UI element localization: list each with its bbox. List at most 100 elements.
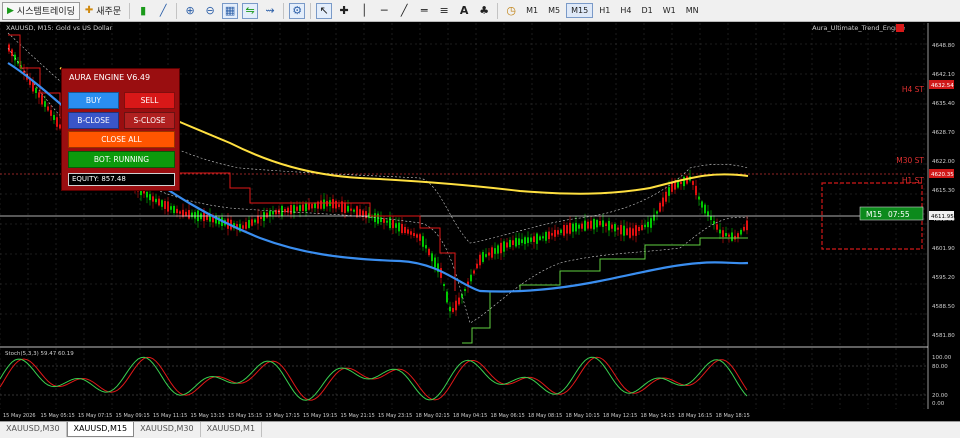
toolbar-separator xyxy=(283,2,285,19)
time-axis-label: 15 May 19:15 xyxy=(303,413,337,419)
tab-xauusd-m1[interactable]: XAUUSD,M1 xyxy=(201,422,263,437)
bull-candle xyxy=(425,245,427,249)
fibonacci-icon[interactable]: ≡ xyxy=(436,3,452,19)
timeframe-d1[interactable]: D1 xyxy=(637,4,656,17)
oscillator-level-label: 80.00 xyxy=(932,364,948,370)
bear-candle xyxy=(590,220,592,229)
bull-candle xyxy=(449,306,451,312)
buy-button[interactable]: BUY xyxy=(68,92,119,109)
price-axis-label: 4581.80 xyxy=(932,333,955,339)
candlestick-chart-icon[interactable]: ▮ xyxy=(135,3,151,19)
bull-candle xyxy=(719,229,721,234)
bull-candle xyxy=(578,224,580,229)
time-axis-label: 15 May 05:15 xyxy=(41,413,75,419)
timeframe-m1[interactable]: M1 xyxy=(522,4,542,17)
horizontal-line-icon[interactable]: ─ xyxy=(376,3,392,19)
crosshair-icon[interactable]: ✚ xyxy=(336,3,352,19)
cursor-icon[interactable]: ↖ xyxy=(316,2,333,19)
new-order-button[interactable]: ✚ 새주문 xyxy=(80,2,126,20)
text-tool-icon[interactable]: A xyxy=(456,3,472,19)
bear-candle xyxy=(533,236,535,243)
bull-candle xyxy=(497,245,499,254)
bear-candle xyxy=(692,181,694,185)
bear-candle xyxy=(473,270,475,274)
timeframe-mn[interactable]: MN xyxy=(682,4,703,17)
algo-trading-button[interactable]: ▶ 시스템트레이딩 xyxy=(2,1,80,20)
b-close-button[interactable]: B-CLOSE xyxy=(68,112,119,129)
bear-candle xyxy=(551,233,553,236)
trendline-icon[interactable]: ╱ xyxy=(396,3,412,19)
tile-windows-icon[interactable]: ▦ xyxy=(222,2,239,19)
timeframes-icon[interactable]: ◷ xyxy=(503,3,519,19)
bear-candle xyxy=(695,185,697,196)
mt5-terminal: ▶ 시스템트레이딩 ✚ 새주문 ▮ ╱ ⊕ ⊖ ▦ ⇋ ⇝ ⚙ ↖ ✚ │ ─ … xyxy=(0,0,960,438)
time-axis-label: 15 May 07:15 xyxy=(78,413,112,419)
bear-candle xyxy=(158,198,160,206)
price-axis-label: 4628.70 xyxy=(932,130,955,136)
bull-candle xyxy=(431,253,433,262)
chart-shift-icon[interactable]: ⇝ xyxy=(262,3,278,19)
tab-xauusd-m30-2[interactable]: XAUUSD,M30 xyxy=(134,422,201,437)
bear-candle xyxy=(674,182,676,190)
bear-candle xyxy=(152,196,154,202)
bear-candle xyxy=(566,225,568,234)
bull-candle xyxy=(677,181,679,188)
tab-xauusd-m30[interactable]: XAUUSD,M30 xyxy=(0,422,67,437)
bear-candle xyxy=(290,204,292,215)
bear-candle xyxy=(680,181,682,185)
bull-candle xyxy=(323,199,325,209)
channel-icon[interactable]: ═ xyxy=(416,3,432,19)
bull-candle xyxy=(668,187,670,196)
close-all-button[interactable]: CLOSE ALL xyxy=(68,131,175,148)
oscillator-level-label: 100.00 xyxy=(932,355,952,361)
time-axis-label: 18 May 10:15 xyxy=(566,413,600,419)
timeframe-h1[interactable]: H1 xyxy=(595,4,614,17)
shapes-icon[interactable]: ♣ xyxy=(476,3,492,19)
bull-candle xyxy=(560,229,562,233)
vertical-line-icon[interactable]: │ xyxy=(356,3,372,19)
bot-status-button[interactable]: BOT: RUNNING xyxy=(68,151,175,168)
bear-candle xyxy=(41,94,43,105)
sell-button[interactable]: SELL xyxy=(124,92,175,109)
bear-candle xyxy=(617,227,619,230)
bear-candle xyxy=(242,225,244,229)
chart-window[interactable]: 4648.80 4642.10 4635.40 4628.70 4622.00 4615.… xyxy=(0,23,960,420)
new-order-label: 새주문 xyxy=(96,7,122,17)
s-close-button[interactable]: S-CLOSE xyxy=(124,112,175,129)
zoom-in-icon[interactable]: ⊕ xyxy=(182,3,198,19)
price-axis-label: 4642.10 xyxy=(932,72,955,78)
bear-candle xyxy=(428,248,430,256)
auto-scroll-icon[interactable]: ⇋ xyxy=(242,2,259,19)
indicators-icon[interactable]: ⚙ xyxy=(289,2,306,19)
bull-candle xyxy=(44,101,46,107)
bull-candle xyxy=(254,219,256,223)
bear-candle xyxy=(338,204,340,208)
bull-candle xyxy=(725,233,727,237)
bull-candle xyxy=(443,283,445,287)
bull-candle xyxy=(713,221,715,224)
timeframe-w1[interactable]: W1 xyxy=(659,4,680,17)
timeframe-m5[interactable]: M5 xyxy=(544,4,564,17)
bull-candle xyxy=(545,231,547,241)
time-axis-label: 18 May 04:15 xyxy=(453,413,487,419)
bear-candle xyxy=(203,212,205,222)
time-axis-label: 18 May 08:15 xyxy=(528,413,562,419)
timeframe-h4[interactable]: H4 xyxy=(616,4,635,17)
play-icon: ▶ xyxy=(7,5,14,16)
time-axis: 15 May 2026 15 May 05:15 15 May 07:15 15 Ma… xyxy=(3,413,750,419)
bull-candle xyxy=(272,211,274,215)
line-chart-icon[interactable]: ╱ xyxy=(155,3,171,19)
bull-candle xyxy=(263,212,265,221)
bear-candle xyxy=(278,209,280,214)
bear-candle xyxy=(512,240,514,246)
bull-candle xyxy=(650,218,652,228)
zoom-out-icon[interactable]: ⊖ xyxy=(202,3,218,19)
bull-candle xyxy=(530,237,532,242)
bear-candle xyxy=(56,117,58,127)
bear-candle xyxy=(416,234,418,238)
timeframe-m15[interactable]: M15 xyxy=(566,3,594,18)
tab-xauusd-m15[interactable]: XAUUSD,M15 xyxy=(66,422,135,437)
bull-candle xyxy=(503,241,505,252)
bull-candle xyxy=(593,218,595,230)
bull-candle xyxy=(422,236,424,247)
